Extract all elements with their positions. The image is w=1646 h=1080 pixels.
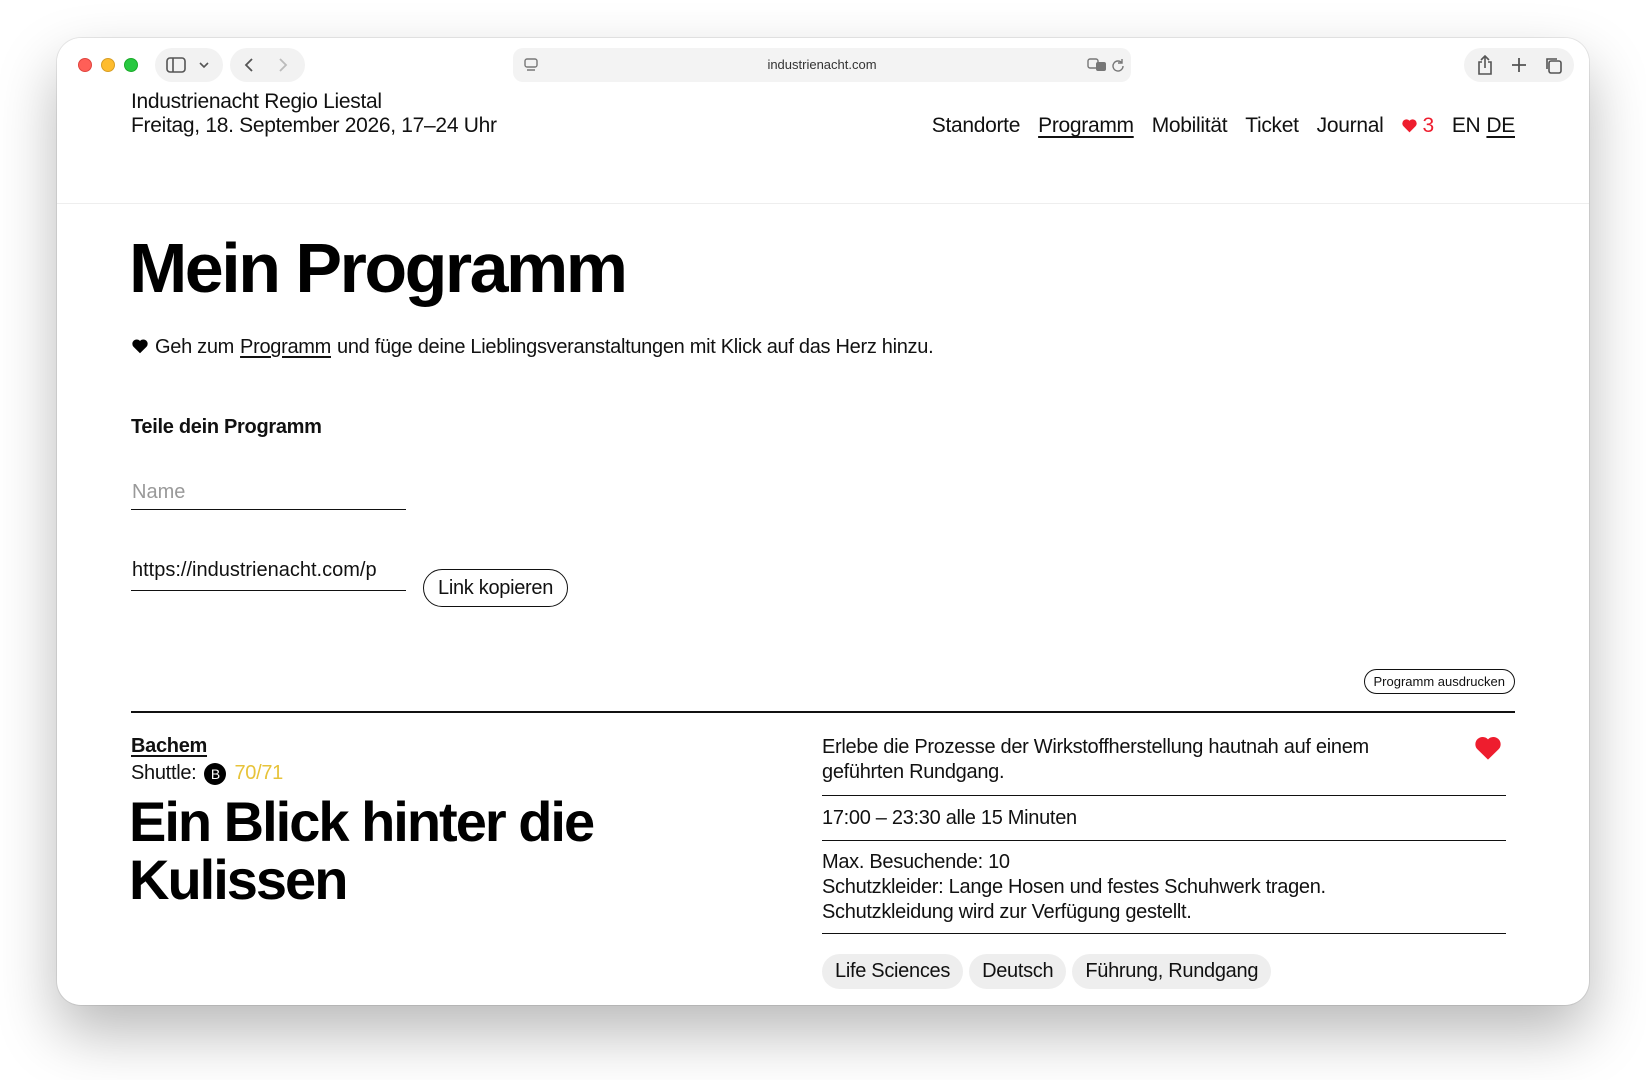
intro-text: Geh zum Programm und füge deine Liebling… <box>131 334 934 360</box>
tag-fuehrung-rundgang[interactable]: Führung, Rundgang <box>1072 954 1272 989</box>
favorites-count: 3 <box>1422 114 1434 137</box>
share-icon[interactable] <box>1477 55 1493 75</box>
copy-link-button[interactable]: Link kopieren <box>423 569 569 607</box>
close-window-button[interactable] <box>78 58 92 72</box>
bus-line-badge: B <box>204 762 227 785</box>
sidebar-toggle-button[interactable] <box>155 48 223 82</box>
event-protective-clothing: Schutzkleider: Lange Hosen und festes Sc… <box>822 876 1326 898</box>
intro-after: und füge deine Lieblingsveranstaltungen … <box>337 336 934 358</box>
nav-journal[interactable]: Journal <box>1317 114 1384 138</box>
forward-icon[interactable] <box>277 57 289 73</box>
browser-window: industrienacht.com Industrienacht Regio … <box>57 38 1589 1005</box>
favorites-link[interactable]: 3 <box>1401 114 1434 138</box>
event-tags: Life Sciences Deutsch Führung, Rundgang <box>822 954 1272 989</box>
site-event-date: Freitag, 18. September 2026, 17–24 Uhr <box>131 114 497 137</box>
share-section-title: Teile dein Programm <box>131 416 322 438</box>
nav-standorte[interactable]: Standorte <box>932 114 1021 138</box>
main-nav: Standorte Programm Mobilität Ticket Jour… <box>932 114 1516 138</box>
zoom-window-button[interactable] <box>124 58 138 72</box>
event-info: Max. Besuchende: 10 Schutzkleider: Lange… <box>822 845 1506 934</box>
section-divider <box>131 711 1515 713</box>
event-location-link[interactable]: Bachem <box>131 735 207 758</box>
address-bar[interactable]: industrienacht.com <box>513 48 1131 82</box>
page-title: Mein Programm <box>129 229 628 307</box>
share-link-field[interactable] <box>131 551 406 591</box>
new-tab-icon[interactable] <box>1511 57 1527 73</box>
chevron-down-icon <box>199 62 209 69</box>
shuttle-label: Shuttle: <box>131 762 197 784</box>
sidebar-icon <box>166 57 186 73</box>
toolbar-actions <box>1464 48 1574 82</box>
tag-deutsch[interactable]: Deutsch <box>969 954 1067 989</box>
nav-mobilitaet[interactable]: Mobilität <box>1152 114 1228 138</box>
event-time: 17:00 – 23:30 alle 15 Minuten <box>822 801 1506 841</box>
shuttle-lines: 70/71 <box>234 762 283 784</box>
translate-icon[interactable] <box>1087 57 1107 73</box>
name-input[interactable] <box>131 476 406 510</box>
favorite-heart-icon[interactable] <box>1474 735 1502 761</box>
url-text: industrienacht.com <box>767 57 877 72</box>
nav-programm[interactable]: Programm <box>1038 114 1134 138</box>
event-shuttle: Shuttle: B 70/71 <box>131 762 283 785</box>
intro-before: Geh zum <box>155 336 235 358</box>
nav-ticket[interactable]: Ticket <box>1245 114 1299 138</box>
back-icon[interactable] <box>243 57 255 73</box>
site-event-title[interactable]: Industrienacht Regio Liestal <box>131 90 382 114</box>
history-nav <box>230 48 305 82</box>
event-max-visitors: Max. Besuchende: 10 <box>822 851 1010 873</box>
reload-icon[interactable] <box>1111 58 1125 72</box>
intro-programm-link[interactable]: Programm <box>240 334 331 360</box>
tab-overview-icon[interactable] <box>1544 56 1562 74</box>
event-title: Ein Blick hinter die Kulissen <box>129 790 595 911</box>
heart-icon <box>1402 119 1418 133</box>
event-description: Erlebe die Prozesse der Wirkstoffherstel… <box>822 735 1506 796</box>
event-clothing-provided: Schutzkleidung wird zur Verfügung gestel… <box>822 901 1192 923</box>
lang-de[interactable]: DE <box>1486 114 1515 138</box>
heart-icon <box>132 339 148 354</box>
lang-en[interactable]: EN <box>1452 114 1481 138</box>
print-program-button[interactable]: Programm ausdrucken <box>1363 669 1515 694</box>
minimize-window-button[interactable] <box>101 58 115 72</box>
browser-toolbar: industrienacht.com <box>57 38 1589 92</box>
tag-life-sciences[interactable]: Life Sciences <box>822 954 964 989</box>
language-switcher: EN DE <box>1452 114 1515 138</box>
